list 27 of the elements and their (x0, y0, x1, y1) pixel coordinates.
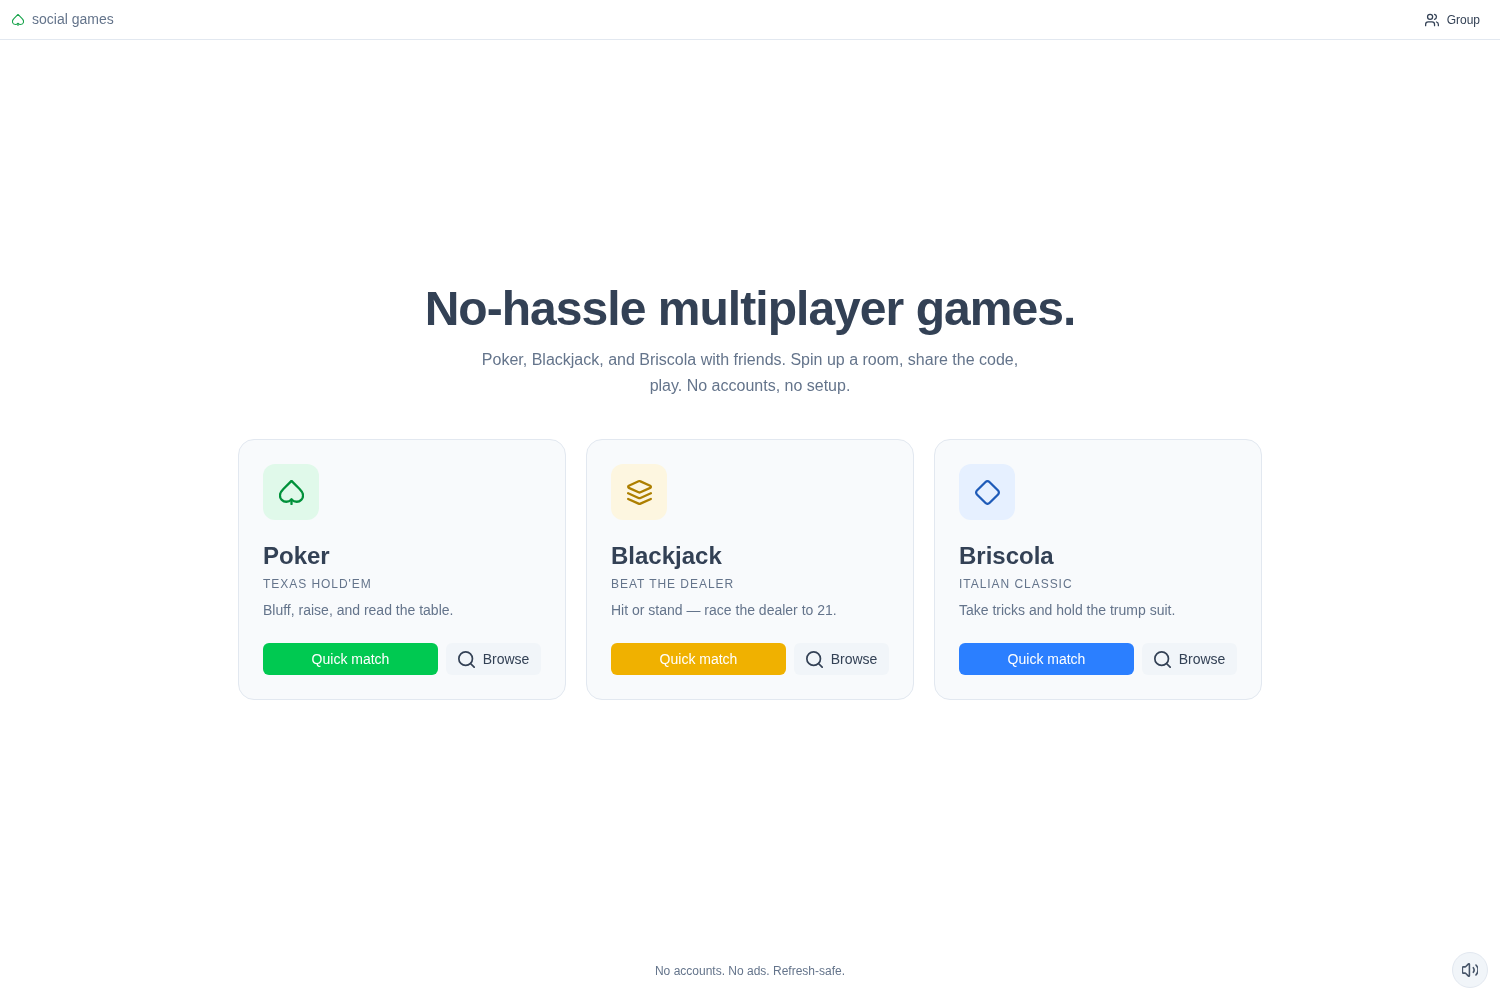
browse-button[interactable]: Browse (794, 643, 889, 675)
sound-button[interactable] (1452, 952, 1488, 988)
game-title: Poker (263, 541, 331, 571)
hero-subtitle: Poker, Blackjack, and Briscola with friends. Spin up a room, share the code, play. No accounts, no setup. (480, 350, 1020, 396)
game-tagline: TEXAS HOLD'EM (263, 576, 373, 592)
quick-match-button[interactable]: Quick match (959, 643, 1134, 675)
game-tagline: BEAT THE DEALER (611, 576, 736, 592)
hero-title: No-hassle multiplayer games. (424, 282, 1076, 335)
search-icon (1153, 650, 1171, 668)
search-icon (457, 650, 475, 668)
footer-note: No accounts. No ads. Refresh-safe. (654, 963, 846, 980)
game-description: Take tricks and hold the trump suit. (959, 601, 1177, 620)
brand-name[interactable]: social games (32, 9, 114, 30)
browse-button[interactable]: Browse (1142, 643, 1237, 675)
group-button[interactable]: Group (1424, 6, 1480, 33)
game-description: Hit or stand — race the dealer to 21. (611, 601, 838, 620)
stacked-layers-icon (611, 464, 667, 520)
browse-button[interactable]: Browse (446, 643, 541, 675)
game-title: Briscola (959, 541, 1055, 571)
users-icon (1424, 12, 1439, 27)
spade-icon (263, 464, 319, 520)
game-title: Blackjack (611, 541, 723, 571)
game-tagline: ITALIAN CLASSIC (959, 576, 1074, 592)
spade-icon (12, 13, 24, 26)
speaker-icon (1462, 962, 1478, 978)
search-icon (805, 650, 823, 668)
game-description: Bluff, raise, and read the table. (263, 601, 455, 620)
